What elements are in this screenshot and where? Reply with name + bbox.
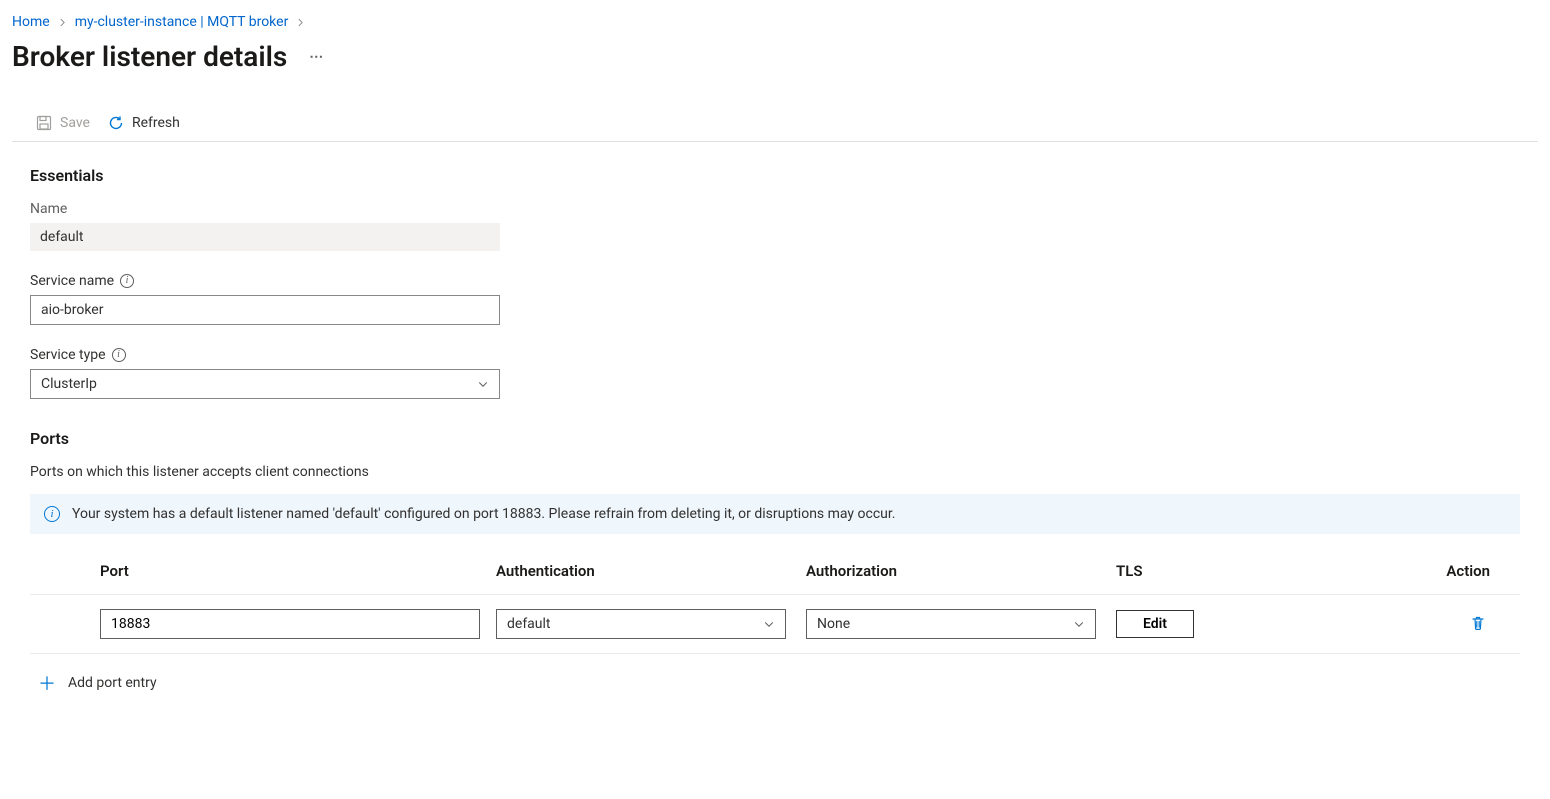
authentication-select[interactable]: default [496,609,786,639]
info-icon[interactable]: i [120,274,134,288]
chevron-down-icon [1073,618,1085,630]
service-name-label: Service name i [30,273,1520,289]
chevron-right-icon [296,18,305,27]
delete-row-button[interactable] [1466,611,1490,638]
col-authorization: Authorization [798,552,1108,595]
name-value: default [30,223,500,251]
ports-banner-text: Your system has a default listener named… [72,506,895,522]
col-tls: TLS [1108,552,1348,595]
refresh-button[interactable]: Refresh [108,115,180,131]
breadcrumb-home[interactable]: Home [12,14,50,30]
tls-edit-button[interactable]: Edit [1116,610,1194,638]
col-port: Port [30,552,488,595]
authorization-value: None [817,616,850,632]
info-icon[interactable]: i [112,348,126,362]
ports-description: Ports on which this listener accepts cli… [30,464,1520,480]
save-button[interactable]: Save [36,115,90,131]
page-title: Broker listener details [12,40,287,73]
breadcrumb: Home my-cluster-instance | MQTT broker [12,14,1538,30]
chevron-down-icon [763,618,775,630]
chevron-right-icon [58,18,67,27]
service-type-label: Service type i [30,347,1520,363]
info-icon: i [44,506,60,522]
authentication-value: default [507,616,551,632]
table-row: default None Edit [30,595,1520,654]
toolbar: Save Refresh [12,109,1538,142]
ports-heading: Ports [30,429,1520,448]
breadcrumb-instance[interactable]: my-cluster-instance | MQTT broker [75,14,289,30]
ports-info-banner: i Your system has a default listener nam… [30,494,1520,534]
chevron-down-icon [477,378,489,390]
refresh-label: Refresh [132,115,180,131]
refresh-icon [108,115,124,131]
essentials-heading: Essentials [30,166,1520,185]
name-label: Name [30,201,1520,217]
port-input[interactable] [100,609,480,639]
authorization-select[interactable]: None [806,609,1096,639]
ports-table: Port Authentication Authorization TLS Ac… [30,552,1520,654]
col-authentication: Authentication [488,552,798,595]
service-type-value: ClusterIp [41,376,97,392]
trash-icon [1470,619,1486,634]
add-port-entry-button[interactable]: ＋ Add port entry [30,654,1520,696]
add-port-entry-label: Add port entry [68,675,157,691]
service-name-input[interactable] [30,295,500,325]
col-action: Action [1348,552,1520,595]
save-label: Save [60,115,90,131]
service-type-select[interactable]: ClusterIp [30,369,500,399]
save-icon [36,115,52,131]
plus-icon: ＋ [38,670,56,696]
more-actions-button[interactable]: ⋯ [303,45,330,69]
